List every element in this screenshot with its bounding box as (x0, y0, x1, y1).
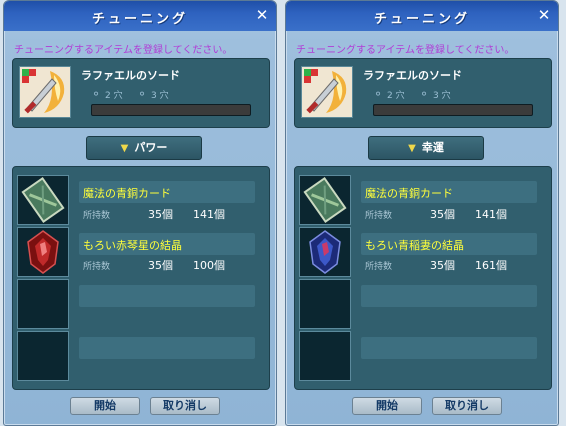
cancel-button[interactable]: 取り消し (150, 397, 220, 415)
material-owned-label: 所持数 (365, 211, 393, 221)
material-owned-count: 35個 (430, 259, 455, 272)
window-title: チューニング (91, 12, 188, 27)
material-required-count: 161個 (475, 259, 507, 272)
weapon-panel: ラファエルのソード ⚬ 2 穴 ⚬ 3 穴 (12, 58, 270, 128)
bronze-card-icon (18, 176, 68, 224)
tuning-progress-bar (373, 104, 533, 116)
material-slot[interactable] (299, 175, 351, 225)
material-slot[interactable] (17, 175, 69, 225)
tuning-window-left: チューニング ✕ チューニングするアイテムを登録してください。 ラファエルのソー… (3, 0, 277, 426)
material-slot-empty[interactable] (299, 279, 351, 329)
start-button[interactable]: 開始 (70, 397, 140, 415)
material-required-count: 141個 (475, 208, 507, 221)
sword-icon (302, 67, 352, 117)
window-title: チューニング (373, 12, 470, 27)
mode-label: 幸運 (421, 141, 444, 154)
material-owned-label: 所持数 (365, 262, 393, 272)
material-required-count: 141個 (193, 208, 225, 221)
sword-icon (20, 67, 70, 117)
weapon-name: ラファエルのソード (363, 69, 462, 82)
slot-label: 3 穴 (151, 91, 169, 101)
red-crystal-icon (18, 228, 68, 276)
material-slot-empty[interactable] (17, 279, 69, 329)
mode-label: パワー (134, 141, 168, 154)
blue-crystal-icon (300, 228, 350, 276)
material-name-bar (79, 337, 255, 359)
title-bar[interactable]: チューニング ✕ (4, 1, 276, 31)
material-required-count: 100個 (193, 259, 225, 272)
dropdown-arrow-icon: ▼ (408, 143, 416, 154)
weapon-panel: ラファエルのソード ⚬ 2 穴 ⚬ 3 穴 (294, 58, 552, 128)
material-owned-label: 所持数 (83, 262, 111, 272)
material-slot[interactable] (299, 227, 351, 277)
close-icon[interactable]: ✕ (536, 7, 552, 23)
material-name: もろい赤琴星の結晶 (83, 239, 182, 252)
weapon-name: ラファエルのソード (81, 69, 180, 82)
material-owned-count: 35個 (148, 259, 173, 272)
instruction-text: チューニングするアイテムを登録してください。 (14, 45, 233, 56)
dropdown-arrow-icon: ▼ (120, 143, 129, 154)
cancel-button[interactable]: 取り消し (432, 397, 502, 415)
instruction-text: チューニングするアイテムを登録してください。 (296, 45, 515, 56)
materials-panel: 魔法の青銅カード 所持数 35個 141個 もろい赤琴星の結晶 所持数 35個 … (12, 166, 270, 390)
slot-label: 3 穴 (433, 91, 451, 101)
material-owned-count: 35個 (148, 208, 173, 221)
slot-label: 2 穴 (105, 91, 123, 101)
material-name: もろい青稲妻の結晶 (365, 239, 464, 252)
material-slot-empty[interactable] (17, 331, 69, 381)
material-name-bar (361, 337, 537, 359)
tuning-window-right: チューニング ✕ チューニングするアイテムを登録してください。 ラファエルのソー… (285, 0, 559, 426)
material-slot-empty[interactable] (299, 331, 351, 381)
weapon-slot[interactable] (301, 66, 353, 118)
title-bar[interactable]: チューニング ✕ (286, 1, 558, 31)
bronze-card-icon (300, 176, 350, 224)
tuning-mode-button[interactable]: ▼ 幸運 (368, 136, 484, 160)
tuning-progress-bar (91, 104, 251, 116)
material-name-bar (79, 285, 255, 307)
tuning-mode-button[interactable]: ▼ パワー (86, 136, 202, 160)
material-name: 魔法の青銅カード (83, 187, 171, 200)
slot-label: 2 穴 (387, 91, 405, 101)
close-icon[interactable]: ✕ (254, 7, 270, 23)
start-button[interactable]: 開始 (352, 397, 422, 415)
weapon-slot[interactable] (19, 66, 71, 118)
material-name: 魔法の青銅カード (365, 187, 453, 200)
material-owned-label: 所持数 (83, 211, 111, 221)
materials-panel: 魔法の青銅カード 所持数 35個 141個 もろい青稲妻の結晶 所持数 35個 … (294, 166, 552, 390)
material-owned-count: 35個 (430, 208, 455, 221)
material-name-bar (361, 285, 537, 307)
material-slot[interactable] (17, 227, 69, 277)
